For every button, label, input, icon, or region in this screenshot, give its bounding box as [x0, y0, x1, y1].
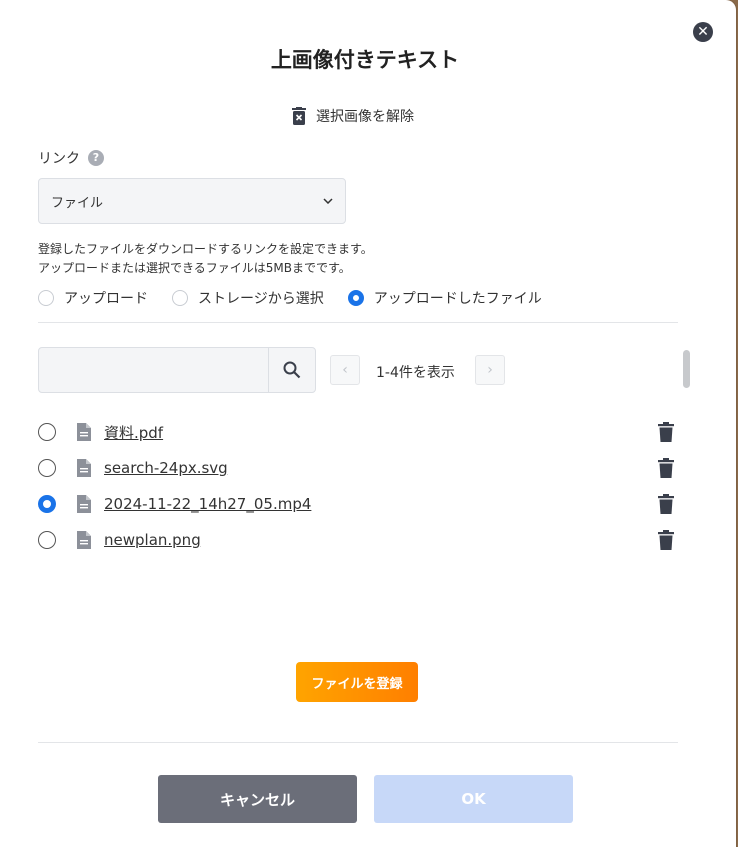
close-icon[interactable]: ✕	[693, 22, 713, 42]
help-text-line-1: 登録したファイルをダウンロードするリンクを設定できます。	[38, 242, 373, 256]
radio-storage[interactable]	[172, 290, 188, 306]
file-name-link[interactable]: newplan.png	[104, 531, 201, 549]
file-icon	[77, 531, 91, 549]
insert-image-text-dialog: ✕ 上画像付きテキスト 選択画像を解除 リンク ? ファイル 登録したファイルを…	[0, 0, 736, 847]
cancel-button[interactable]: キャンセル	[158, 775, 357, 823]
trash-icon[interactable]	[658, 458, 674, 478]
chevron-down-icon	[323, 198, 333, 204]
file-search	[38, 347, 316, 393]
link-label-row: リンク ?	[38, 148, 104, 168]
register-file-button[interactable]: ファイルを登録	[296, 662, 418, 702]
file-source-radio-group: アップロード ストレージから選択 アップロードしたファイル	[38, 288, 566, 308]
source-option-label: アップロード	[64, 291, 148, 307]
divider	[38, 742, 678, 743]
source-option-storage[interactable]: ストレージから選択	[172, 288, 324, 308]
next-page-button[interactable]: ›	[475, 355, 505, 385]
search-button[interactable]	[268, 348, 315, 392]
pager-text: 1-4件を表示	[376, 365, 455, 381]
file-radio[interactable]	[38, 495, 56, 513]
help-icon[interactable]: ?	[88, 150, 104, 166]
help-text-line-2: アップロードまたは選択できるファイルは5MBまでです。	[38, 261, 351, 275]
scrollbar-thumb[interactable]	[683, 350, 690, 388]
dialog-title: 上画像付きテキスト	[270, 48, 460, 72]
source-option-uploaded-files[interactable]: アップロードしたファイル	[347, 288, 542, 308]
trash-icon[interactable]	[658, 530, 674, 550]
file-row[interactable]: 資料.pdf	[38, 420, 678, 444]
file-row[interactable]: newplan.png	[38, 528, 678, 552]
file-radio[interactable]	[38, 423, 56, 441]
source-option-label: ストレージから選択	[198, 291, 324, 307]
file-name-link[interactable]: search-24px.svg	[104, 459, 228, 477]
trash-icon[interactable]	[658, 422, 674, 442]
search-icon	[283, 361, 301, 379]
prev-page-button[interactable]: ‹	[330, 355, 360, 385]
file-name-link[interactable]: 2024-11-22_14h27_05.mp4	[104, 495, 311, 513]
source-option-upload[interactable]: アップロード	[38, 288, 148, 308]
file-icon	[77, 459, 91, 477]
link-type-select[interactable]: ファイル	[38, 178, 346, 224]
link-type-value: ファイル	[51, 195, 104, 211]
link-help-text: 登録したファイルをダウンロードするリンクを設定できます。 アップロードまたは選択…	[38, 240, 373, 278]
trash-icon[interactable]	[658, 494, 674, 514]
file-name-link[interactable]: 資料.pdf	[104, 422, 163, 443]
file-radio[interactable]	[38, 459, 56, 477]
deselect-image-button[interactable]: 選択画像を解除	[292, 105, 414, 127]
radio-uploaded-files[interactable]	[347, 290, 364, 306]
trash-x-icon	[292, 107, 306, 125]
radio-upload[interactable]	[38, 290, 54, 306]
search-input[interactable]	[39, 348, 268, 392]
file-radio[interactable]	[38, 531, 56, 549]
ok-button[interactable]: OK	[374, 775, 573, 823]
file-icon	[77, 423, 91, 441]
link-label: リンク	[38, 151, 80, 167]
file-icon	[77, 495, 91, 513]
source-option-label: アップロードしたファイル	[373, 291, 542, 307]
file-row[interactable]: 2024-11-22_14h27_05.mp4	[38, 492, 678, 516]
divider	[38, 322, 678, 323]
deselect-image-label: 選択画像を解除	[316, 109, 414, 125]
file-row[interactable]: search-24px.svg	[38, 456, 678, 480]
